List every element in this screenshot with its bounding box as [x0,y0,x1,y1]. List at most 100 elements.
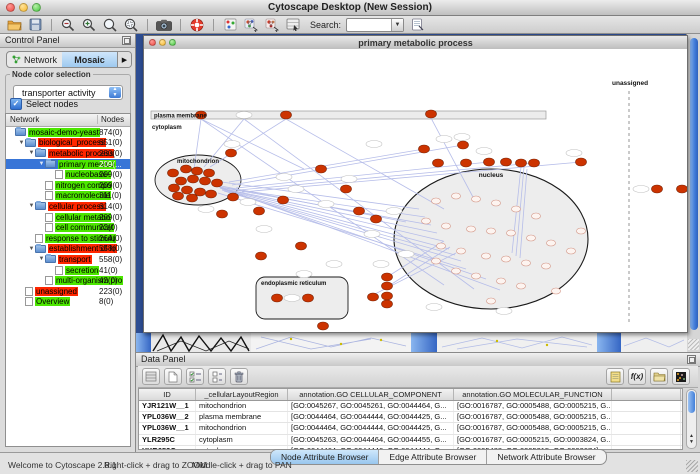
tree-row[interactable]: ▼establishment of lo558(0) [6,244,130,255]
column-header[interactable]: _cellularLayoutRegion [196,389,288,400]
graph-node[interactable] [226,149,237,157]
graph-node[interactable] [368,293,379,301]
graph-node[interactable] [576,158,587,166]
graph-node[interactable] [281,111,292,119]
graph-node-nucleus[interactable] [552,288,561,294]
snapshot-button[interactable] [156,17,172,32]
graph-node-nucleus[interactable] [517,283,526,289]
graph-node[interactable] [217,210,228,218]
disclosure-triangle-icon[interactable]: ▼ [18,140,25,146]
table-scrollbar[interactable]: ▲▼ [686,389,697,449]
vizmapper-button[interactable] [243,17,259,32]
tree-row[interactable]: cell communicat22(0) [6,222,130,233]
column-header-filler[interactable] [612,389,681,400]
tree-row[interactable]: response to stimulu264(0) [6,233,130,244]
search-dropdown-arrow-icon[interactable]: ▼ [391,19,403,31]
formula-builder-button[interactable]: f(x) [628,368,646,385]
tab-overflow-button[interactable]: ▶ [117,52,131,67]
graph-node[interactable] [433,159,444,167]
graph-node[interactable] [182,186,193,194]
tree-row[interactable]: ▼primary metabo209(... [6,159,130,170]
attribute-table-header[interactable]: ID_cellularLayoutRegionannotation.GO CEL… [139,389,682,401]
graph-node[interactable] [382,273,393,281]
graph-node-nucleus[interactable] [452,268,461,274]
graph-node-nucleus[interactable] [422,218,431,224]
network-canvas[interactable]: plasma membrane cytoplasm mitochondrion … [144,49,687,332]
float-panel-icon[interactable] [687,355,696,364]
graph-node-nucleus[interactable] [432,258,441,264]
graph-node-nucleus[interactable] [547,240,556,246]
table-row[interactable]: YPL036W__2plasma membrane[GO:0044464, GO… [139,412,682,423]
graph-node[interactable] [204,169,215,177]
graph-node[interactable] [677,185,688,193]
graph-node[interactable] [188,175,199,183]
tab-network[interactable]: Network [7,52,62,67]
unselect-attributes-button[interactable] [208,368,226,385]
graph-node[interactable] [354,207,365,215]
graph-node[interactable] [458,141,469,149]
tree-row[interactable]: cellular metabo209(0) [6,212,130,223]
zoom-out-button[interactable] [60,17,76,32]
background-scrollbar[interactable] [690,38,698,330]
graph-node[interactable] [181,165,192,173]
graph-node[interactable] [200,177,211,185]
resize-grip[interactable] [686,460,698,472]
graph-node[interactable] [341,185,352,193]
graph-node-nucleus[interactable] [487,228,496,234]
table-row[interactable]: YJR121W__1mitochondrion[GO:0045267, GO:0… [139,401,682,412]
help-button[interactable] [189,17,205,32]
layout-grid-button[interactable] [285,17,301,32]
tab-network-attribute-browser[interactable]: Network Attribute Browser [487,450,605,464]
zoom-in-button[interactable] [81,17,97,32]
graph-node-nucleus[interactable] [507,230,516,236]
graph-node[interactable] [192,167,203,175]
column-header[interactable]: annotation.GO CELLULAR_COMPONENT [288,389,454,400]
graph-node-nucleus[interactable] [492,200,501,206]
zoom-fit-button[interactable] [102,17,118,32]
graph-node[interactable] [426,110,437,118]
graph-node[interactable] [461,159,472,167]
network-tree-header[interactable]: Network Nodes [6,114,130,127]
graph-node-nucleus[interactable] [502,256,511,262]
attribute-table[interactable]: ID_cellularLayoutRegionannotation.GO CEL… [138,388,683,450]
graph-node-nucleus[interactable] [472,273,481,279]
scrollbar-arrows-icon[interactable]: ▲▼ [687,433,696,447]
graph-node[interactable] [272,294,283,302]
open-session-button[interactable] [6,17,22,32]
tree-row[interactable]: multi-organism pro42(0) [6,275,130,286]
tab-mosaic[interactable]: Mosaic [62,52,117,67]
tree-row[interactable]: unassigned223(0) [6,286,130,297]
graph-node[interactable] [484,158,495,166]
graph-node[interactable] [419,145,430,153]
graph-node[interactable] [278,196,289,204]
graph-node-nucleus[interactable] [567,248,576,254]
graph-node[interactable] [382,292,393,300]
save-session-button[interactable] [27,17,43,32]
disclosure-triangle-icon[interactable]: ▼ [38,256,45,262]
disclosure-triangle-icon[interactable]: ▼ [28,203,35,209]
annotation-button[interactable] [222,17,238,32]
graph-node-nucleus[interactable] [512,206,521,212]
graph-node-nucleus[interactable] [577,228,586,234]
graph-node-nucleus[interactable] [472,196,481,202]
select-nodes-checkbox[interactable]: ✓ [10,98,22,110]
graph-node[interactable] [382,282,393,290]
attribute-table-button[interactable] [142,368,160,385]
zoom-selected-button[interactable] [123,17,139,32]
column-header[interactable]: ID [139,389,196,400]
network-view-titlebar[interactable]: primary metabolic process [144,36,687,50]
graph-node-nucleus[interactable] [442,223,451,229]
disclosure-triangle-icon[interactable]: ▼ [28,150,35,156]
tree-row[interactable]: ▼metabolic process280(0) [6,148,130,159]
table-row[interactable]: YLR295Ccytoplasm[GO:0045263, GO:0044464,… [139,435,682,446]
graph-node[interactable] [529,159,540,167]
graph-node[interactable] [296,242,307,250]
graph-node-nucleus[interactable] [457,248,466,254]
graph-node-nucleus[interactable] [437,243,446,249]
tree-row[interactable]: Overview8(0) [6,297,130,308]
search-input[interactable]: ▼ [346,18,404,32]
graph-node-nucleus[interactable] [432,198,441,204]
graph-node[interactable] [212,179,223,187]
float-panel-icon[interactable] [122,36,131,45]
graph-node[interactable] [382,300,393,308]
